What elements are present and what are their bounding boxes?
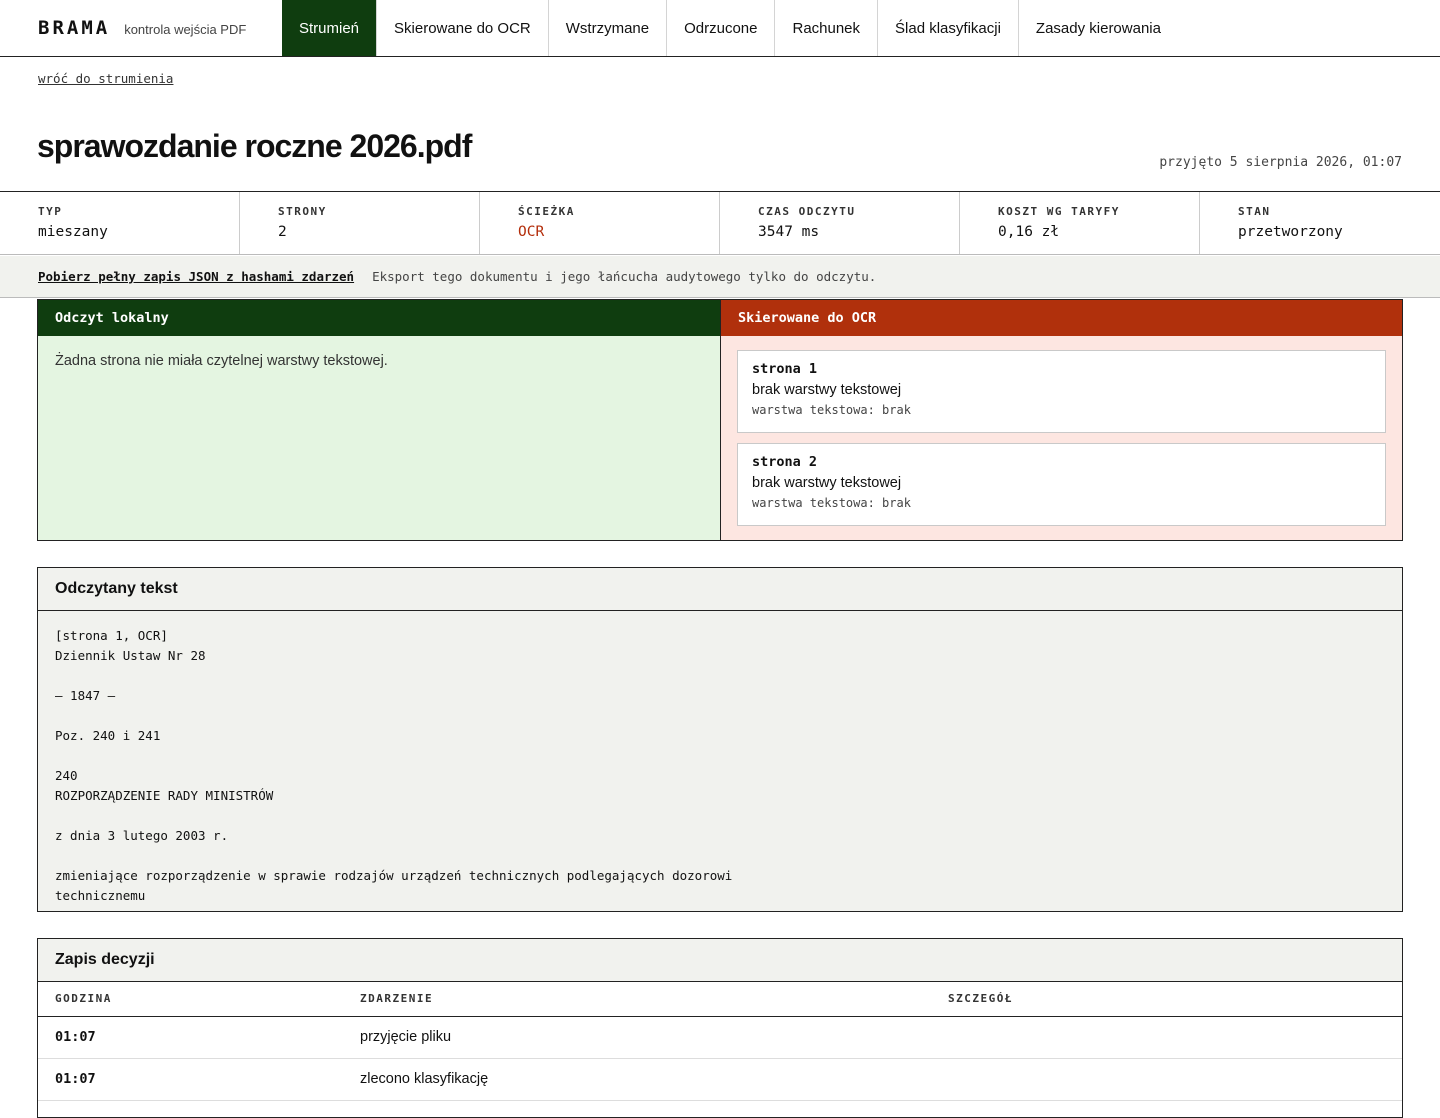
page-title: strona 1 (752, 361, 818, 377)
stat-value: 0,16 zł (998, 224, 1060, 240)
ocr-page-list: strona 1 brak warstwy tekstowej warstwa … (721, 336, 1402, 526)
stat-label: STRONY (278, 205, 327, 218)
stat-label: KOSZT WG TARYFY (998, 205, 1120, 218)
column-header-detail: SZCZEGÓŁ (931, 982, 1402, 1017)
stat-state: STAN przetworzony (1200, 192, 1440, 254)
stat-value: 2 (278, 224, 287, 240)
extracted-text-section: Odczytany tekst [strona 1, OCR] Dziennik… (37, 567, 1403, 912)
received-timestamp: przyjęto 5 sierpnia 2026, 01:07 (1159, 155, 1402, 170)
column-header-time: GODZINA (38, 982, 343, 1017)
table-row: 01:07 przyjęcie pliku (38, 1016, 1402, 1059)
export-json-link[interactable]: Pobierz pełny zapis JSON z hashami zdarz… (38, 269, 354, 284)
top-bar: BRAMA kontrola wejścia PDF Strumień Skie… (0, 0, 1440, 57)
ocr-routed-heading: Skierowane do OCR (721, 300, 1402, 336)
nav-item-skierowane-do-ocr[interactable]: Skierowane do OCR (377, 0, 549, 56)
row-event: zlecono klasyfikację (343, 1058, 931, 1101)
stat-label: STAN (1238, 205, 1271, 218)
brand: BRAMA kontrola wejścia PDF (0, 0, 282, 56)
decision-log-section: Zapis decyzji GODZINA ZDARZENIE SZCZEGÓŁ… (37, 938, 1403, 1118)
stat-value: mieszany (38, 224, 108, 240)
row-detail (931, 1058, 1402, 1101)
routing-panels: Odczyt lokalny Żadna strona nie miała cz… (37, 299, 1403, 541)
local-read-message: Żadna strona nie miała czytelnej warstwy… (55, 353, 388, 369)
local-read-heading: Odczyt lokalny (38, 300, 720, 336)
page-title: strona 2 (752, 454, 818, 470)
main-nav: Strumień Skierowane do OCR Wstrzymane Od… (282, 0, 1178, 56)
nav-item-zasady-kierowania[interactable]: Zasady kierowania (1019, 0, 1178, 56)
stat-path: ŚCIEŻKA OCR (480, 192, 720, 254)
stat-value: 3547 ms (758, 224, 820, 240)
brand-name: BRAMA (38, 17, 111, 39)
page-reason: brak warstwy tekstowej (752, 475, 902, 491)
stat-value: OCR (518, 224, 545, 240)
document-stats: TYP mieszany STRONY 2 ŚCIEŻKA OCR CZAS O… (0, 191, 1440, 255)
export-note: Eksport tego dokumentu i jego łańcucha a… (372, 269, 877, 284)
local-read-panel: Odczyt lokalny Żadna strona nie miała cz… (38, 300, 721, 540)
nav-item-wstrzymane[interactable]: Wstrzymane (549, 0, 668, 56)
brand-subtitle: kontrola wejścia PDF (124, 22, 247, 37)
ocr-page-card: strona 1 brak warstwy tekstowej warstwa … (737, 350, 1386, 433)
stat-pages: STRONY 2 (240, 192, 480, 254)
page-text-layer: warstwa tekstowa: brak (752, 496, 911, 510)
column-header-event: ZDARZENIE (343, 982, 931, 1017)
stat-value: przetworzony (1238, 224, 1343, 240)
page-reason: brak warstwy tekstowej (752, 382, 902, 398)
extracted-text-heading: Odczytany tekst (38, 568, 1402, 611)
decision-log-heading: Zapis decyzji (38, 939, 1402, 982)
row-detail (931, 1016, 1402, 1059)
row-time: 01:07 (38, 1016, 343, 1059)
stat-label: TYP (38, 205, 63, 218)
stat-type: TYP mieszany (0, 192, 240, 254)
row-time: 01:07 (38, 1058, 343, 1101)
ocr-page-card: strona 2 brak warstwy tekstowej warstwa … (737, 443, 1386, 526)
table-header-row: GODZINA ZDARZENIE SZCZEGÓŁ (38, 982, 1402, 1017)
page-title: sprawozdanie roczne 2026.pdf (37, 128, 472, 164)
stat-cost: KOSZT WG TARYFY 0,16 zł (960, 192, 1200, 254)
export-bar: Pobierz pełny zapis JSON z hashami zdarz… (0, 256, 1440, 298)
back-link[interactable]: wróć do strumienia (38, 71, 173, 86)
row-event: przyjęcie pliku (343, 1016, 931, 1059)
stat-label: CZAS ODCZYTU (758, 205, 856, 218)
decision-log-table: GODZINA ZDARZENIE SZCZEGÓŁ 01:07 przyjęc… (38, 982, 1402, 1101)
nav-item-odrzucone[interactable]: Odrzucone (667, 0, 776, 56)
stat-label: ŚCIEŻKA (518, 205, 575, 218)
table-row: 01:07 zlecono klasyfikację (38, 1058, 1402, 1101)
stat-read-time: CZAS ODCZYTU 3547 ms (720, 192, 960, 254)
nav-item-slad-klasyfikacji[interactable]: Ślad klasyfikacji (878, 0, 1019, 56)
nav-item-rachunek[interactable]: Rachunek (775, 0, 879, 56)
extracted-text-content: [strona 1, OCR] Dziennik Ustaw Nr 28 — 1… (55, 628, 733, 903)
ocr-routed-panel: Skierowane do OCR strona 1 brak warstwy … (721, 300, 1402, 540)
nav-item-strumien[interactable]: Strumień (282, 0, 378, 56)
page-text-layer: warstwa tekstowa: brak (752, 403, 911, 417)
